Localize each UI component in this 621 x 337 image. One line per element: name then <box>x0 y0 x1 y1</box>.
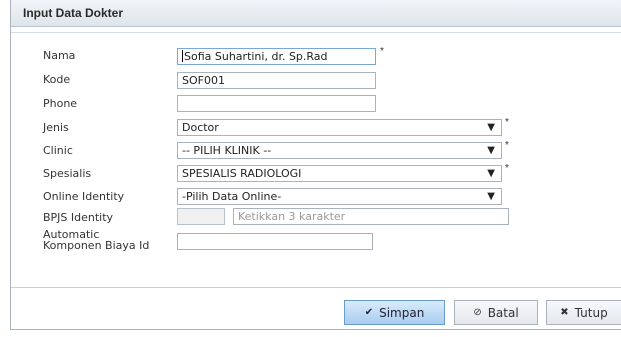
tutup-button[interactable]: ✖ Tutup <box>546 300 621 325</box>
kode-label: Kode <box>43 73 71 86</box>
chevron-down-icon[interactable]: ▼ <box>487 122 495 133</box>
text-cursor <box>182 50 183 62</box>
online-identity-select[interactable]: -Pilih Data Online- ▼ <box>177 188 502 205</box>
chevron-down-icon[interactable]: ▼ <box>487 168 495 179</box>
spesialis-label: Spesialis <box>43 167 92 180</box>
cancel-icon: ⊘ <box>473 307 482 318</box>
spesialis-required-mark: * <box>505 163 509 174</box>
phone-input[interactable] <box>177 95 376 112</box>
jenis-select[interactable]: Doctor ▼ <box>177 119 502 136</box>
nama-label: Nama <box>43 49 76 62</box>
dialog-title: Input Data Dokter <box>23 6 124 20</box>
jenis-required-mark: * <box>505 117 509 128</box>
simpan-button[interactable]: ✔ Simpan <box>344 300 445 325</box>
close-icon: ✖ <box>560 307 569 318</box>
kode-input[interactable]: SOF001 <box>177 72 376 89</box>
bpjs-search-input[interactable]: Ketikkan 3 karakter <box>233 208 509 225</box>
clinic-label: Clinic <box>43 144 73 157</box>
clinic-required-mark: * <box>505 140 509 151</box>
bpjs-identity-label: BPJS Identity <box>43 211 114 224</box>
online-identity-label: Online Identity <box>43 190 125 203</box>
spesialis-select[interactable]: SPESIALIS RADIOLOGI ▼ <box>177 165 502 182</box>
chevron-down-icon[interactable]: ▼ <box>487 145 495 156</box>
nama-required-mark: * <box>380 46 384 57</box>
dialog-titlebar: Input Data Dokter <box>11 0 621 27</box>
check-icon: ✔ <box>364 307 374 318</box>
nama-input[interactable]: Sofia Suhartini, dr. Sp.Rad <box>177 48 376 65</box>
chevron-down-icon[interactable]: ▼ <box>487 191 495 202</box>
phone-label: Phone <box>43 97 78 110</box>
bpjs-code-box[interactable] <box>177 208 225 225</box>
input-data-dokter-dialog: Input Data Dokter Nama Sofia Suhartini, … <box>10 0 621 330</box>
automatic-komponen-label: Automatic Komponen Biaya Id <box>43 228 150 252</box>
batal-button[interactable]: ⊘ Batal <box>454 300 538 325</box>
automatic-komponen-input[interactable] <box>177 233 373 250</box>
jenis-label: Jenis <box>43 121 69 134</box>
clinic-select[interactable]: -- PILIH KLINIK -- ▼ <box>177 142 502 159</box>
